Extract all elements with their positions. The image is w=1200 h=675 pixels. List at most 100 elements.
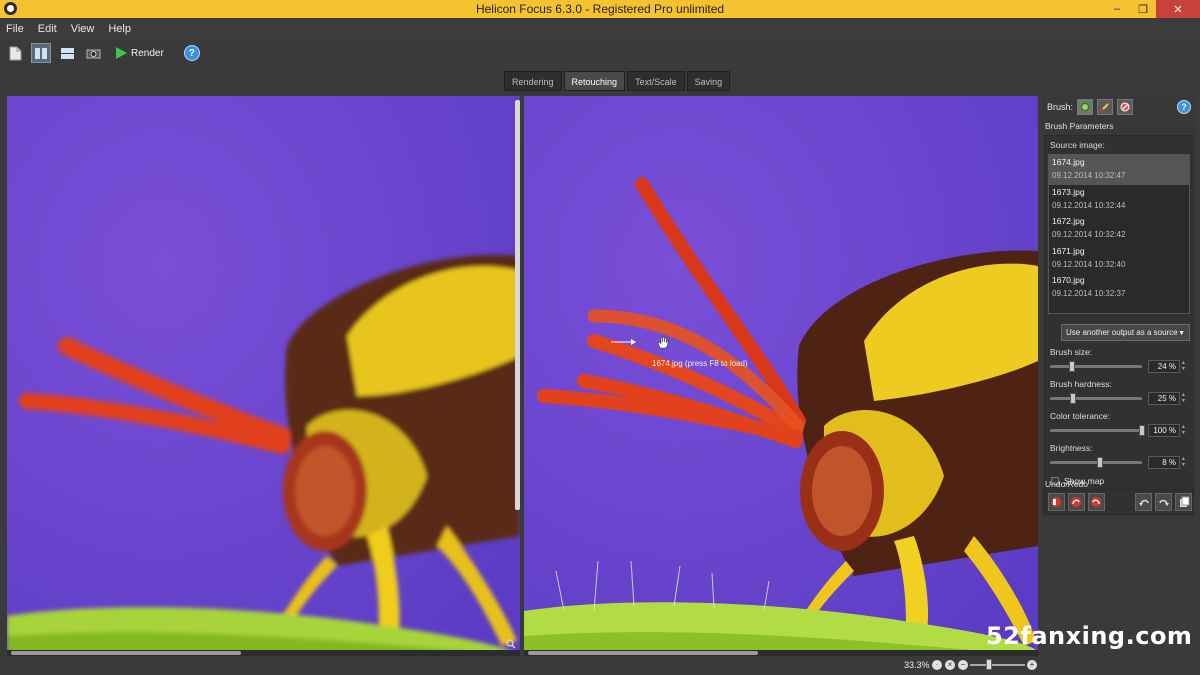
spin-arrows-icon[interactable]: ▲ ▼ bbox=[1181, 456, 1188, 469]
slider-knob[interactable] bbox=[1070, 393, 1076, 404]
new-file-button[interactable] bbox=[5, 43, 25, 63]
param-label: Brush size: bbox=[1050, 347, 1093, 357]
history-list-button[interactable] bbox=[1175, 493, 1193, 511]
source-dropdown[interactable]: Use another output as a source ▼ bbox=[1061, 324, 1190, 341]
source-item[interactable]: 1671.jpg 09.12.2014 10:32:40 bbox=[1049, 244, 1189, 274]
source-item[interactable]: 1674.jpg 09.12.2014 10:32:47 bbox=[1049, 155, 1189, 185]
slider-knob[interactable] bbox=[1069, 361, 1076, 372]
source-item-date: 09.12.2014 10:32:37 bbox=[1052, 289, 1126, 298]
source-item[interactable]: 1673.jpg 09.12.2014 10:32:44 bbox=[1049, 185, 1189, 215]
spin-arrows-icon[interactable]: ▲ ▼ bbox=[1181, 360, 1188, 373]
source-item-name: 1673.jpg bbox=[1052, 186, 1085, 197]
brush-label: Brush: bbox=[1047, 102, 1074, 112]
brightness-value[interactable]: 8 % bbox=[1148, 456, 1180, 469]
paint-brush-icon bbox=[1100, 103, 1109, 112]
title-bar: Helicon Focus 6.3.0 - Registered Pro unl… bbox=[0, 0, 1200, 18]
source-item[interactable]: 1670.jpg 09.12.2014 10:32:37 bbox=[1049, 273, 1189, 303]
brush-size-value[interactable]: 24 % bbox=[1148, 360, 1180, 373]
source-horizontal-scrollbar[interactable] bbox=[7, 650, 520, 656]
menu-view[interactable]: View bbox=[71, 23, 95, 35]
brush-size-slider[interactable] bbox=[1050, 361, 1142, 372]
undo-redo-title: Undo/Redo bbox=[1045, 479, 1089, 489]
toolbar: Render ? bbox=[0, 40, 1200, 66]
spin-arrows-icon[interactable]: ▲ ▼ bbox=[1181, 392, 1188, 405]
zoom-fit-icon[interactable]: · bbox=[932, 660, 942, 670]
brush-hardness-slider[interactable] bbox=[1050, 393, 1142, 404]
source-image-list[interactable]: 1674.jpg 09.12.2014 10:32:47 1673.jpg 09… bbox=[1048, 154, 1190, 314]
source-item-date: 09.12.2014 10:32:44 bbox=[1052, 200, 1126, 210]
history-icon bbox=[1179, 496, 1190, 507]
color-tolerance-slider[interactable] bbox=[1050, 425, 1145, 436]
window-title: Helicon Focus 6.3.0 - Registered Pro unl… bbox=[475, 2, 725, 16]
param-brightness: Brightness: 8 % ▲ ▼ bbox=[1048, 441, 1190, 473]
zoom-level: 33.3% bbox=[904, 660, 930, 670]
source-item-date: 09.12.2014 10:32:42 bbox=[1052, 230, 1126, 239]
zoom-actual-icon[interactable]: × bbox=[945, 660, 955, 670]
zoom-slider-knob[interactable] bbox=[986, 659, 992, 670]
source-scroll-thumb[interactable] bbox=[11, 651, 241, 655]
split-view-icon bbox=[35, 47, 47, 59]
history-forward-button[interactable] bbox=[1155, 493, 1173, 511]
output-horizontal-scrollbar[interactable] bbox=[524, 650, 1038, 656]
maximize-button[interactable]: ❐ bbox=[1130, 0, 1156, 18]
spin-arrows-icon[interactable]: ▲ ▼ bbox=[1181, 424, 1188, 437]
source-image-view[interactable] bbox=[7, 96, 520, 656]
zoom-in-icon[interactable]: + bbox=[1027, 660, 1037, 670]
zoom-out-icon[interactable]: − bbox=[958, 660, 968, 670]
source-image-label: Source image: bbox=[1050, 140, 1105, 150]
source-dropdown-label: Use another output as a source bbox=[1066, 328, 1178, 337]
undo-icon bbox=[1071, 497, 1082, 507]
horizontal-split-button[interactable] bbox=[57, 43, 77, 63]
status-bar: 33.3% · × − + bbox=[0, 657, 1200, 675]
eraser-brush-button[interactable] bbox=[1117, 99, 1134, 115]
undo-step-button[interactable] bbox=[1067, 493, 1085, 511]
param-color-tolerance: Color tolerance: 100 % ▲ ▼ bbox=[1048, 409, 1190, 441]
undo-all-icon bbox=[1051, 497, 1062, 507]
param-brush-hardness: Brush hardness: 25 % ▲ ▼ bbox=[1048, 377, 1190, 409]
brush-params-group: Source image: 1674.jpg 09.12.2014 10:32:… bbox=[1044, 135, 1194, 495]
menu-edit[interactable]: Edit bbox=[38, 23, 57, 35]
zoom-slider[interactable] bbox=[970, 664, 1025, 666]
brush-hardness-value[interactable]: 25 % bbox=[1148, 392, 1180, 405]
split-view-button[interactable] bbox=[31, 43, 51, 63]
slider-knob[interactable] bbox=[1139, 425, 1145, 436]
source-vertical-scrollbar[interactable] bbox=[515, 100, 520, 510]
copy-brush-icon bbox=[1081, 103, 1090, 111]
undo-all-button[interactable] bbox=[1048, 493, 1065, 511]
menu-bar: File Edit View Help bbox=[0, 18, 1200, 40]
zoom-icon[interactable] bbox=[506, 639, 516, 649]
new-file-icon bbox=[9, 46, 21, 60]
history-back-button[interactable] bbox=[1135, 493, 1153, 511]
eraser-icon bbox=[1120, 102, 1130, 112]
close-button[interactable]: ✕ bbox=[1156, 0, 1200, 18]
undo-redo-button[interactable] bbox=[1087, 493, 1105, 511]
menu-help[interactable]: Help bbox=[108, 23, 131, 35]
help-button[interactable]: ? bbox=[183, 45, 200, 61]
output-scroll-thumb[interactable] bbox=[528, 651, 758, 655]
tab-text-scale[interactable]: Text/Scale bbox=[627, 71, 685, 91]
brush-row: Brush: ? bbox=[1042, 93, 1196, 117]
render-button[interactable]: Render bbox=[109, 43, 170, 63]
tab-saving[interactable]: Saving bbox=[686, 71, 731, 91]
brightness-slider[interactable] bbox=[1050, 457, 1142, 468]
mode-tabs: Rendering Retouching Text/Scale Saving bbox=[504, 71, 731, 91]
paint-brush-button[interactable] bbox=[1097, 99, 1114, 115]
minimize-button[interactable]: – bbox=[1104, 0, 1130, 18]
color-tolerance-value[interactable]: 100 % bbox=[1148, 424, 1180, 437]
window-controls: – ❐ ✕ bbox=[1104, 0, 1200, 18]
chevron-down-icon: ▼ bbox=[1178, 330, 1185, 337]
copy-brush-button[interactable] bbox=[1077, 99, 1094, 115]
tab-retouching[interactable]: Retouching bbox=[563, 71, 626, 91]
menu-file[interactable]: File bbox=[6, 23, 24, 35]
tab-rendering[interactable]: Rendering bbox=[504, 71, 562, 91]
panel-help-button[interactable]: ? bbox=[1177, 100, 1191, 114]
overlay-source-label: 1674.jpg (press F8 to load) bbox=[652, 359, 748, 368]
source-item-name: 1671.jpg bbox=[1052, 245, 1085, 256]
insect-photo-output bbox=[524, 96, 1038, 656]
camera-icon bbox=[86, 49, 100, 59]
slider-knob[interactable] bbox=[1096, 457, 1103, 468]
undo-redo-toolbar bbox=[1043, 489, 1193, 515]
output-image-view[interactable]: 1674.jpg (press F8 to load) bbox=[524, 96, 1038, 656]
source-item[interactable]: 1672.jpg 09.12.2014 10:32:42 bbox=[1049, 214, 1189, 244]
camera-button[interactable] bbox=[83, 43, 103, 63]
